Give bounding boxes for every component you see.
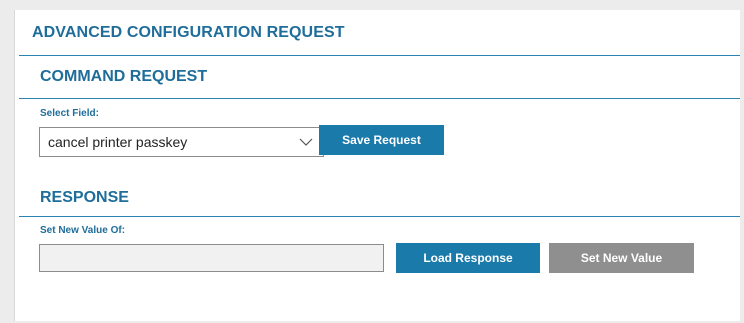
chevron-down-icon bbox=[299, 138, 313, 146]
load-response-button[interactable]: Load Response bbox=[396, 243, 540, 273]
set-new-value-button[interactable]: Set New Value bbox=[549, 243, 694, 273]
page-title: ADVANCED CONFIGURATION REQUEST bbox=[32, 24, 345, 41]
selected-value: cancel printer passkey bbox=[48, 134, 188, 150]
response-section-divider bbox=[19, 216, 740, 217]
select-field-dropdown[interactable]: cancel printer passkey bbox=[39, 127, 324, 157]
configuration-panel: ADVANCED CONFIGURATION REQUEST COMMAND R… bbox=[14, 10, 740, 321]
title-divider bbox=[19, 55, 740, 56]
select-field-label: Select Field: bbox=[40, 108, 99, 119]
command-section-divider bbox=[19, 98, 740, 99]
new-value-input[interactable] bbox=[39, 244, 384, 272]
save-request-button[interactable]: Save Request bbox=[319, 125, 444, 155]
command-section-title: COMMAND REQUEST bbox=[40, 68, 208, 85]
set-new-value-label: Set New Value Of: bbox=[40, 225, 126, 236]
response-section-title: RESPONSE bbox=[40, 189, 129, 206]
